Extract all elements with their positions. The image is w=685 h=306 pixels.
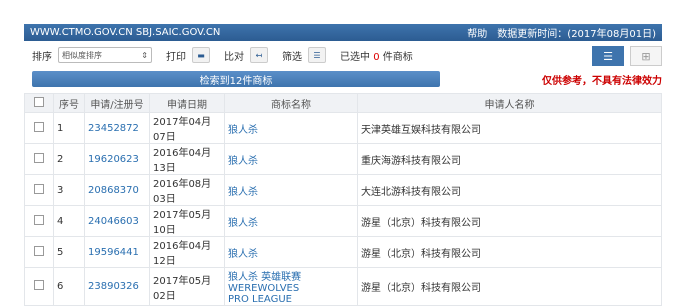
reg-number-link[interactable]: 19596441 <box>84 236 150 268</box>
row-date: 2017年05月10日 <box>149 205 225 237</box>
chevron-updown-icon: ⇕ <box>141 50 148 60</box>
row-checkbox[interactable] <box>34 152 44 163</box>
view-toggle: ☰ ⊞ <box>592 46 662 66</box>
select-all-checkbox[interactable] <box>34 96 44 107</box>
row-no: 5 <box>53 236 85 268</box>
mark-name-line1: 狼人杀 英雄联赛 WEREWOLVES <box>228 272 302 294</box>
row-date: 2017年04月07日 <box>149 112 225 144</box>
mark-name-link[interactable]: 狼人杀 英雄联赛 WEREWOLVES PRO LEAGUE <box>224 267 358 306</box>
filter-button[interactable]: ☰ <box>308 47 326 63</box>
row-checkbox[interactable] <box>34 280 44 290</box>
row-checkbox[interactable] <box>34 245 44 256</box>
row-date: 2016年08月03日 <box>149 174 225 206</box>
table-row: 1 23452872 2017年04月07日 狼人杀 天津英雄互娱科技有限公司 <box>24 112 662 144</box>
select-all-checkbox-cell[interactable] <box>24 93 54 113</box>
update-time: 数据更新时间：(2017年08月01日) <box>497 29 656 40</box>
reg-number-link[interactable]: 24046603 <box>84 205 150 237</box>
print-button[interactable]: ▬ <box>192 47 210 63</box>
list-view-button[interactable]: ☰ <box>592 46 624 66</box>
row-no: 2 <box>53 143 85 175</box>
sort-select[interactable]: 相似度排序 ⇕ <box>58 47 152 63</box>
mark-name-link[interactable]: 狼人杀 <box>224 236 358 268</box>
print-label: 打印 <box>166 51 186 63</box>
list-view-icon: ☰ <box>603 49 613 63</box>
disclaimer: 仅供参考，不具有法律效力 <box>542 76 662 87</box>
row-applicant: 重庆海游科技有限公司 <box>357 143 662 175</box>
mark-name-link[interactable]: 狼人杀 <box>224 143 358 175</box>
results-table: 序号 申请/注册号 申请日期 商标名称 申请人名称 1 23452872 201… <box>24 93 662 306</box>
help-link[interactable]: 帮助 <box>467 25 487 40</box>
grid-view-button[interactable]: ⊞ <box>630 46 662 66</box>
row-applicant: 游星（北京）科技有限公司 <box>357 267 662 306</box>
search-results-panel: WWW.CTMO.GOV.CN SBJ.SAIC.GOV.CN 帮助 数据更新时… <box>24 24 662 306</box>
row-applicant: 游星（北京）科技有限公司 <box>357 205 662 237</box>
mark-name-line2: PRO LEAGUE <box>228 294 292 305</box>
selected-count: 已选中 0 件商标 <box>340 51 413 63</box>
result-count-bar: 检索到12件商标 <box>32 71 440 87</box>
col-header-date: 申请日期 <box>149 93 225 113</box>
site-urls: WWW.CTMO.GOV.CN SBJ.SAIC.GOV.CN <box>30 27 221 38</box>
top-bar: WWW.CTMO.GOV.CN SBJ.SAIC.GOV.CN 帮助 数据更新时… <box>24 24 662 41</box>
row-no: 3 <box>53 174 85 206</box>
row-date: 2016年04月13日 <box>149 143 225 175</box>
compare-button[interactable]: ↤ <box>250 47 268 63</box>
row-applicant: 游星（北京）科技有限公司 <box>357 236 662 268</box>
reg-number-link[interactable]: 23890326 <box>84 267 150 306</box>
col-header-mark: 商标名称 <box>224 93 358 113</box>
sort-label: 排序 <box>32 51 52 63</box>
table-row: 5 19596441 2016年04月12日 狼人杀 游星（北京）科技有限公司 <box>24 236 662 268</box>
table-row: 6 23890326 2017年05月02日 狼人杀 英雄联赛 WEREWOLV… <box>24 267 662 306</box>
mark-name-link[interactable]: 狼人杀 <box>224 174 358 206</box>
filter-label: 筛选 <box>282 51 302 63</box>
sort-select-value: 相似度排序 <box>62 50 102 60</box>
grid-view-icon: ⊞ <box>641 49 651 63</box>
col-header-reg: 申请/注册号 <box>84 93 150 113</box>
mark-name-link[interactable]: 狼人杀 <box>224 112 358 144</box>
toolbar: 排序 相似度排序 ⇕ 打印 ▬ 比对 ↤ 筛选 ☰ 已选中 0 件商标 ☰ ⊞ <box>24 41 662 69</box>
col-header-no: 序号 <box>53 93 85 113</box>
compare-arrow-icon: ↤ <box>255 50 263 60</box>
reg-number-link[interactable]: 23452872 <box>84 112 150 144</box>
row-checkbox[interactable] <box>34 214 44 225</box>
list-icon: ☰ <box>313 50 321 60</box>
row-checkbox[interactable] <box>34 183 44 194</box>
row-date: 2016年04月12日 <box>149 236 225 268</box>
table-row: 4 24046603 2017年05月10日 狼人杀 游星（北京）科技有限公司 <box>24 205 662 237</box>
reg-number-link[interactable]: 19620623 <box>84 143 150 175</box>
selected-number: 0 <box>373 51 380 63</box>
table-row: 3 20868370 2016年08月03日 狼人杀 大连北游科技有限公司 <box>24 174 662 206</box>
table-row: 2 19620623 2016年04月13日 狼人杀 重庆海游科技有限公司 <box>24 143 662 175</box>
row-date: 2017年05月02日 <box>149 267 225 306</box>
table-header-row: 序号 申请/注册号 申请日期 商标名称 申请人名称 <box>24 93 662 113</box>
compare-label: 比对 <box>224 51 244 63</box>
col-header-applicant: 申请人名称 <box>357 93 662 113</box>
row-no: 6 <box>53 267 85 306</box>
result-row: 检索到12件商标 仅供参考，不具有法律效力 <box>24 69 662 89</box>
row-applicant: 天津英雄互娱科技有限公司 <box>357 112 662 144</box>
row-no: 1 <box>53 112 85 144</box>
row-checkbox[interactable] <box>34 121 44 132</box>
reg-number-link[interactable]: 20868370 <box>84 174 150 206</box>
row-no: 4 <box>53 205 85 237</box>
row-applicant: 大连北游科技有限公司 <box>357 174 662 206</box>
mark-name-link[interactable]: 狼人杀 <box>224 205 358 237</box>
printer-icon: ▬ <box>197 50 205 60</box>
